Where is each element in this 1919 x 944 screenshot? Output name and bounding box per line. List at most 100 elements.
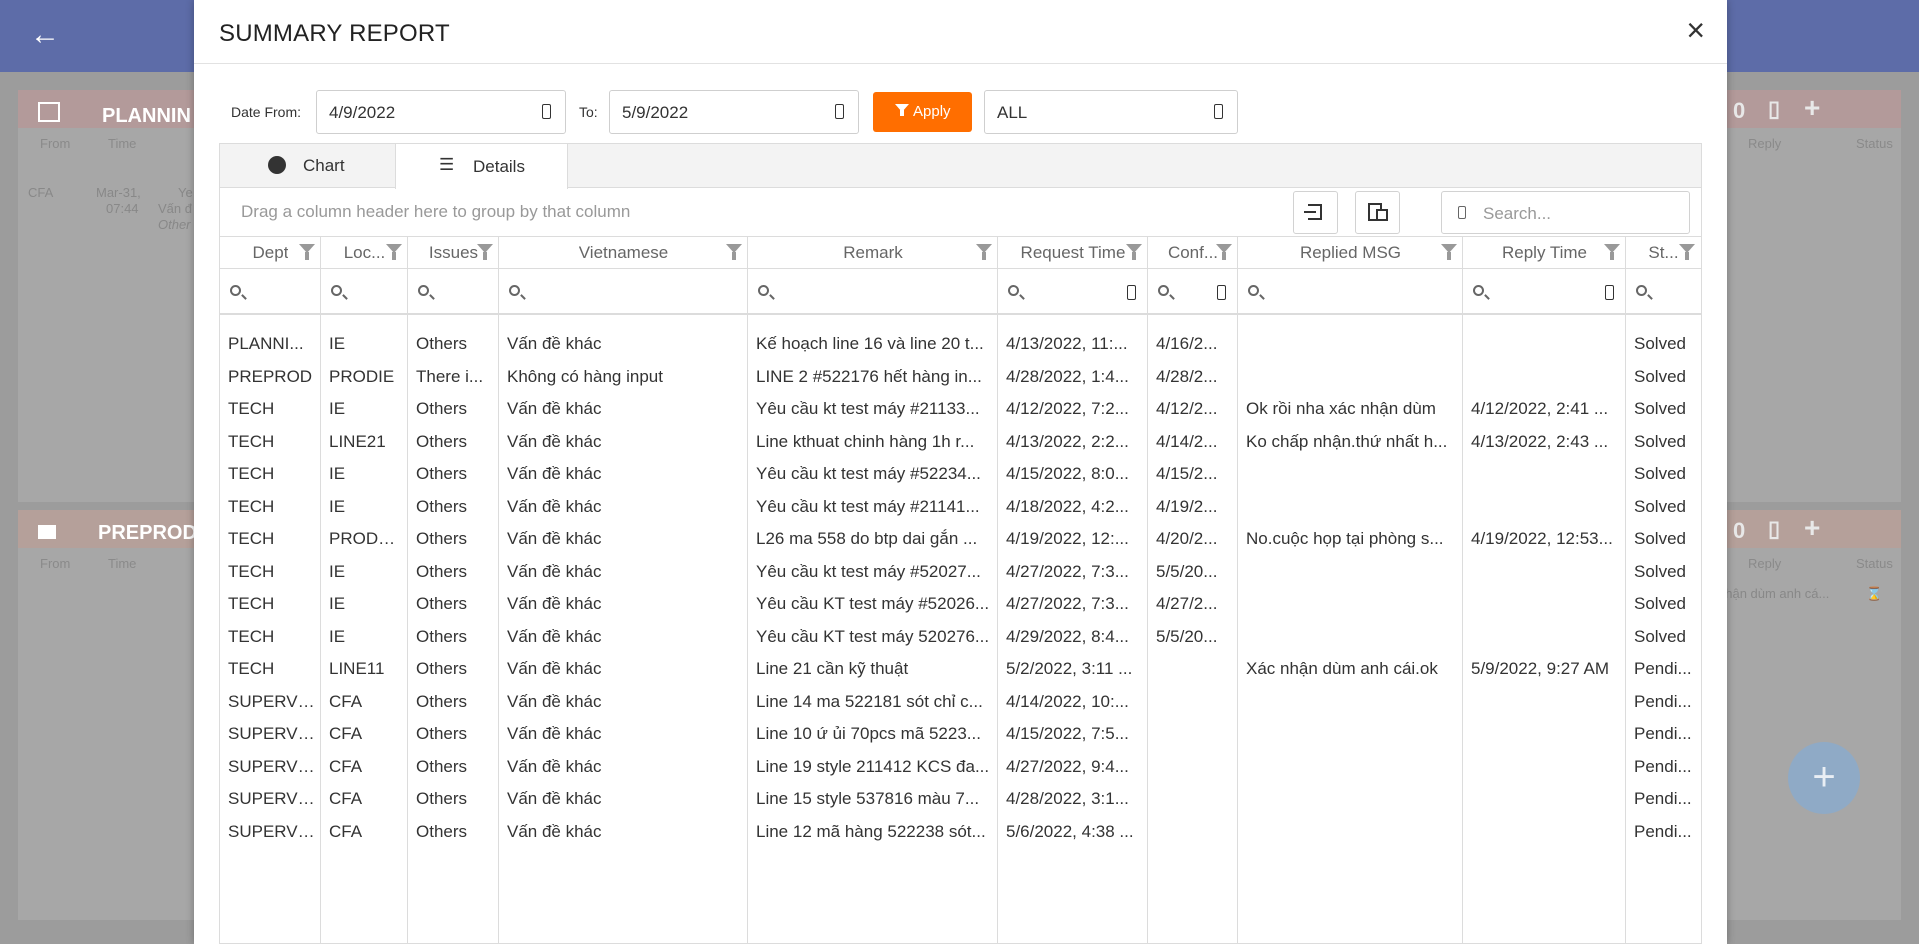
cell-vietnamese: Vấn đề khác <box>507 756 602 776</box>
cell-location: IE <box>329 464 346 483</box>
add-icon[interactable]: + <box>1804 512 1820 544</box>
cell-confirm-time: 4/14/2... <box>1156 431 1218 451</box>
column-header-label: Dept <box>252 243 289 262</box>
dropdown-icon[interactable] <box>1214 104 1223 119</box>
dept-select[interactable]: ALL <box>984 90 1238 134</box>
planning-card-title: PLANNIN <box>102 105 191 127</box>
filter-cell-status[interactable] <box>1626 270 1701 315</box>
export-button[interactable] <box>1293 191 1338 234</box>
table-row[interactable]: TECH IE Others Vấn đề khác Yêu cầu kt test m… <box>220 393 1701 426</box>
cell-remark: Yêu cầu KT test máy 520276... <box>756 626 990 646</box>
table-row[interactable]: TECH IE Others Vấn đề khác Yêu cầu kt test m… <box>220 458 1701 491</box>
calendar-icon[interactable] <box>1217 285 1226 300</box>
filter-cell-reply-time[interactable] <box>1463 270 1626 315</box>
filter-cell-issues[interactable] <box>408 270 499 315</box>
cell-location: CFA <box>329 821 363 841</box>
document-icon[interactable]: ▯ <box>1768 516 1780 542</box>
cell-reply-time <box>1471 561 1620 583</box>
back-arrow-icon[interactable]: ← <box>30 18 60 52</box>
table-row[interactable]: TECH IE Others Vấn đề khác Yêu cầu kt test m… <box>220 491 1701 524</box>
column-header-request-time[interactable]: Request Time <box>998 236 1148 269</box>
cell-reply-time <box>1471 333 1620 355</box>
column-header-replied-msg[interactable]: Replied MSG <box>1238 236 1463 269</box>
column-header-dept[interactable]: Dept <box>220 236 321 269</box>
table-row[interactable]: SUPERVI... CFA Others Vấn đề khác Line 10 ứ … <box>220 718 1701 751</box>
table-row[interactable]: TECH IE Others Vấn đề khác Yêu cầu KT test m… <box>220 621 1701 654</box>
calendar-icon[interactable] <box>835 104 844 119</box>
modal-title: SUMMARY REPORT <box>219 20 450 47</box>
column-chooser-button[interactable] <box>1355 191 1400 234</box>
add-icon[interactable]: + <box>1804 92 1820 124</box>
cell-status: Solved <box>1634 399 1686 418</box>
cell-request-time: 4/15/2022, 8:0... <box>1006 464 1129 483</box>
cell-reply-time <box>1471 463 1620 485</box>
table-row[interactable]: TECH IE Others Vấn đề khác Yêu cầu KT test m… <box>220 588 1701 621</box>
cell-location: CFA <box>329 724 363 743</box>
filter-cell-confirm-time[interactable] <box>1148 270 1238 315</box>
col-time: Time <box>108 556 137 571</box>
column-header-confirm-time[interactable]: Conf... <box>1148 236 1238 269</box>
filter-cell-replied-msg[interactable] <box>1238 270 1463 315</box>
grid-search-input[interactable]: Search... <box>1441 191 1690 234</box>
table-row[interactable]: PLANNI... IE Others Vấn đề khác Kế hoạch lin… <box>220 328 1701 361</box>
cell-remark: LINE 2 #522176 hết hàng in... <box>756 366 982 386</box>
table-row[interactable]: TECH IE Others Vấn đề khác Yêu cầu kt test m… <box>220 556 1701 589</box>
table-row[interactable]: TECH LINE21 Others Vấn đề khác Line kthuat c… <box>220 426 1701 459</box>
column-header-issues[interactable]: Issues <box>408 236 499 269</box>
cell-vietnamese: Vấn đề khác <box>507 724 602 743</box>
apply-label: Apply <box>913 103 951 120</box>
calendar-icon[interactable] <box>1127 285 1136 300</box>
date-from-label: Date From: <box>231 104 302 120</box>
cell-replied-msg <box>1246 333 1457 355</box>
table-row[interactable]: SUPERVI... CFA Others Vấn đề khác Line 19 st… <box>220 751 1701 784</box>
column-header-location[interactable]: Loc... <box>321 236 408 269</box>
table-row[interactable]: SUPERVI... CFA Others Vấn đề khác Line 15 st… <box>220 783 1701 816</box>
cell-status: Solved <box>1634 496 1686 516</box>
apply-button[interactable]: Apply <box>873 92 972 132</box>
table-row[interactable]: PREPROD PRODIE There i... Không có hàng inp… <box>220 361 1701 394</box>
filter-cell-remark[interactable] <box>748 270 998 315</box>
cell-request-time: 4/28/2022, 3:1... <box>1006 789 1129 808</box>
filter-cell-request-time[interactable] <box>998 270 1148 315</box>
calendar-icon[interactable] <box>1605 285 1614 300</box>
cell-status: Pendi... <box>1634 659 1692 678</box>
cell-remark: L26 ma 558 do btp dai gắn ... <box>756 529 978 548</box>
column-header-vietnamese[interactable]: Vietnamese <box>499 236 748 269</box>
cell-status: Solved <box>1634 464 1686 483</box>
cell-replied-msg: Ok rồi nha xác nhận dùm <box>1246 399 1436 418</box>
cell-confirm-time: 4/20/2... <box>1156 529 1218 548</box>
cell-dept: TECH <box>228 464 275 483</box>
tab-chart[interactable]: Chart <box>220 143 395 189</box>
group-panel[interactable]: Drag a column header here to group by th… <box>220 188 1701 237</box>
column-filter-icon-stem <box>1685 252 1689 260</box>
filter-cell-dept[interactable] <box>220 270 321 315</box>
col-from: From <box>40 556 71 571</box>
tab-details[interactable]: ☰ Details <box>395 143 568 189</box>
cell-issues: Others <box>416 561 468 581</box>
calendar-icon[interactable] <box>542 104 551 119</box>
table-row[interactable]: SUPERVI... CFA Others Vấn đề khác Line 12 mã… <box>220 816 1701 849</box>
cell-confirm-time: 5/5/20... <box>1156 626 1218 646</box>
cell-issues: Others <box>416 659 468 678</box>
cell-reply-time <box>1471 496 1620 518</box>
filter-cell-location[interactable] <box>321 270 408 315</box>
dept-select-value: ALL <box>997 103 1028 122</box>
table-row[interactable]: TECH LINE11 Others Vấn đề khác Line 21 cần k… <box>220 653 1701 686</box>
date-to-input[interactable]: 5/9/2022 <box>609 90 859 134</box>
column-header-status[interactable]: St... <box>1626 236 1701 269</box>
cell-vietnamese: Vấn đề khác <box>507 399 602 418</box>
column-header-remark[interactable]: Remark <box>748 236 998 269</box>
close-icon[interactable]: × <box>1686 14 1705 46</box>
row-date: Mar-31, <box>96 185 141 200</box>
search-icon <box>1473 285 1484 296</box>
table-row[interactable]: SUPERVI... CFA Others Vấn đề khác Line 14 ma… <box>220 686 1701 719</box>
table-row[interactable]: TECH PRODS... Others Vấn đề khác L26 ma 558 … <box>220 523 1701 556</box>
cell-request-time: 5/6/2022, 4:38 ... <box>1006 821 1134 841</box>
column-header-reply-time[interactable]: Reply Time <box>1463 236 1626 269</box>
date-from-input[interactable]: 4/9/2022 <box>316 90 566 134</box>
cell-status: Solved <box>1634 561 1686 581</box>
add-fab-button[interactable]: + <box>1788 742 1860 814</box>
document-icon[interactable]: ▯ <box>1768 96 1780 122</box>
cell-request-time: 4/27/2022, 9:4... <box>1006 756 1129 776</box>
filter-cell-vietnamese[interactable] <box>499 270 748 315</box>
